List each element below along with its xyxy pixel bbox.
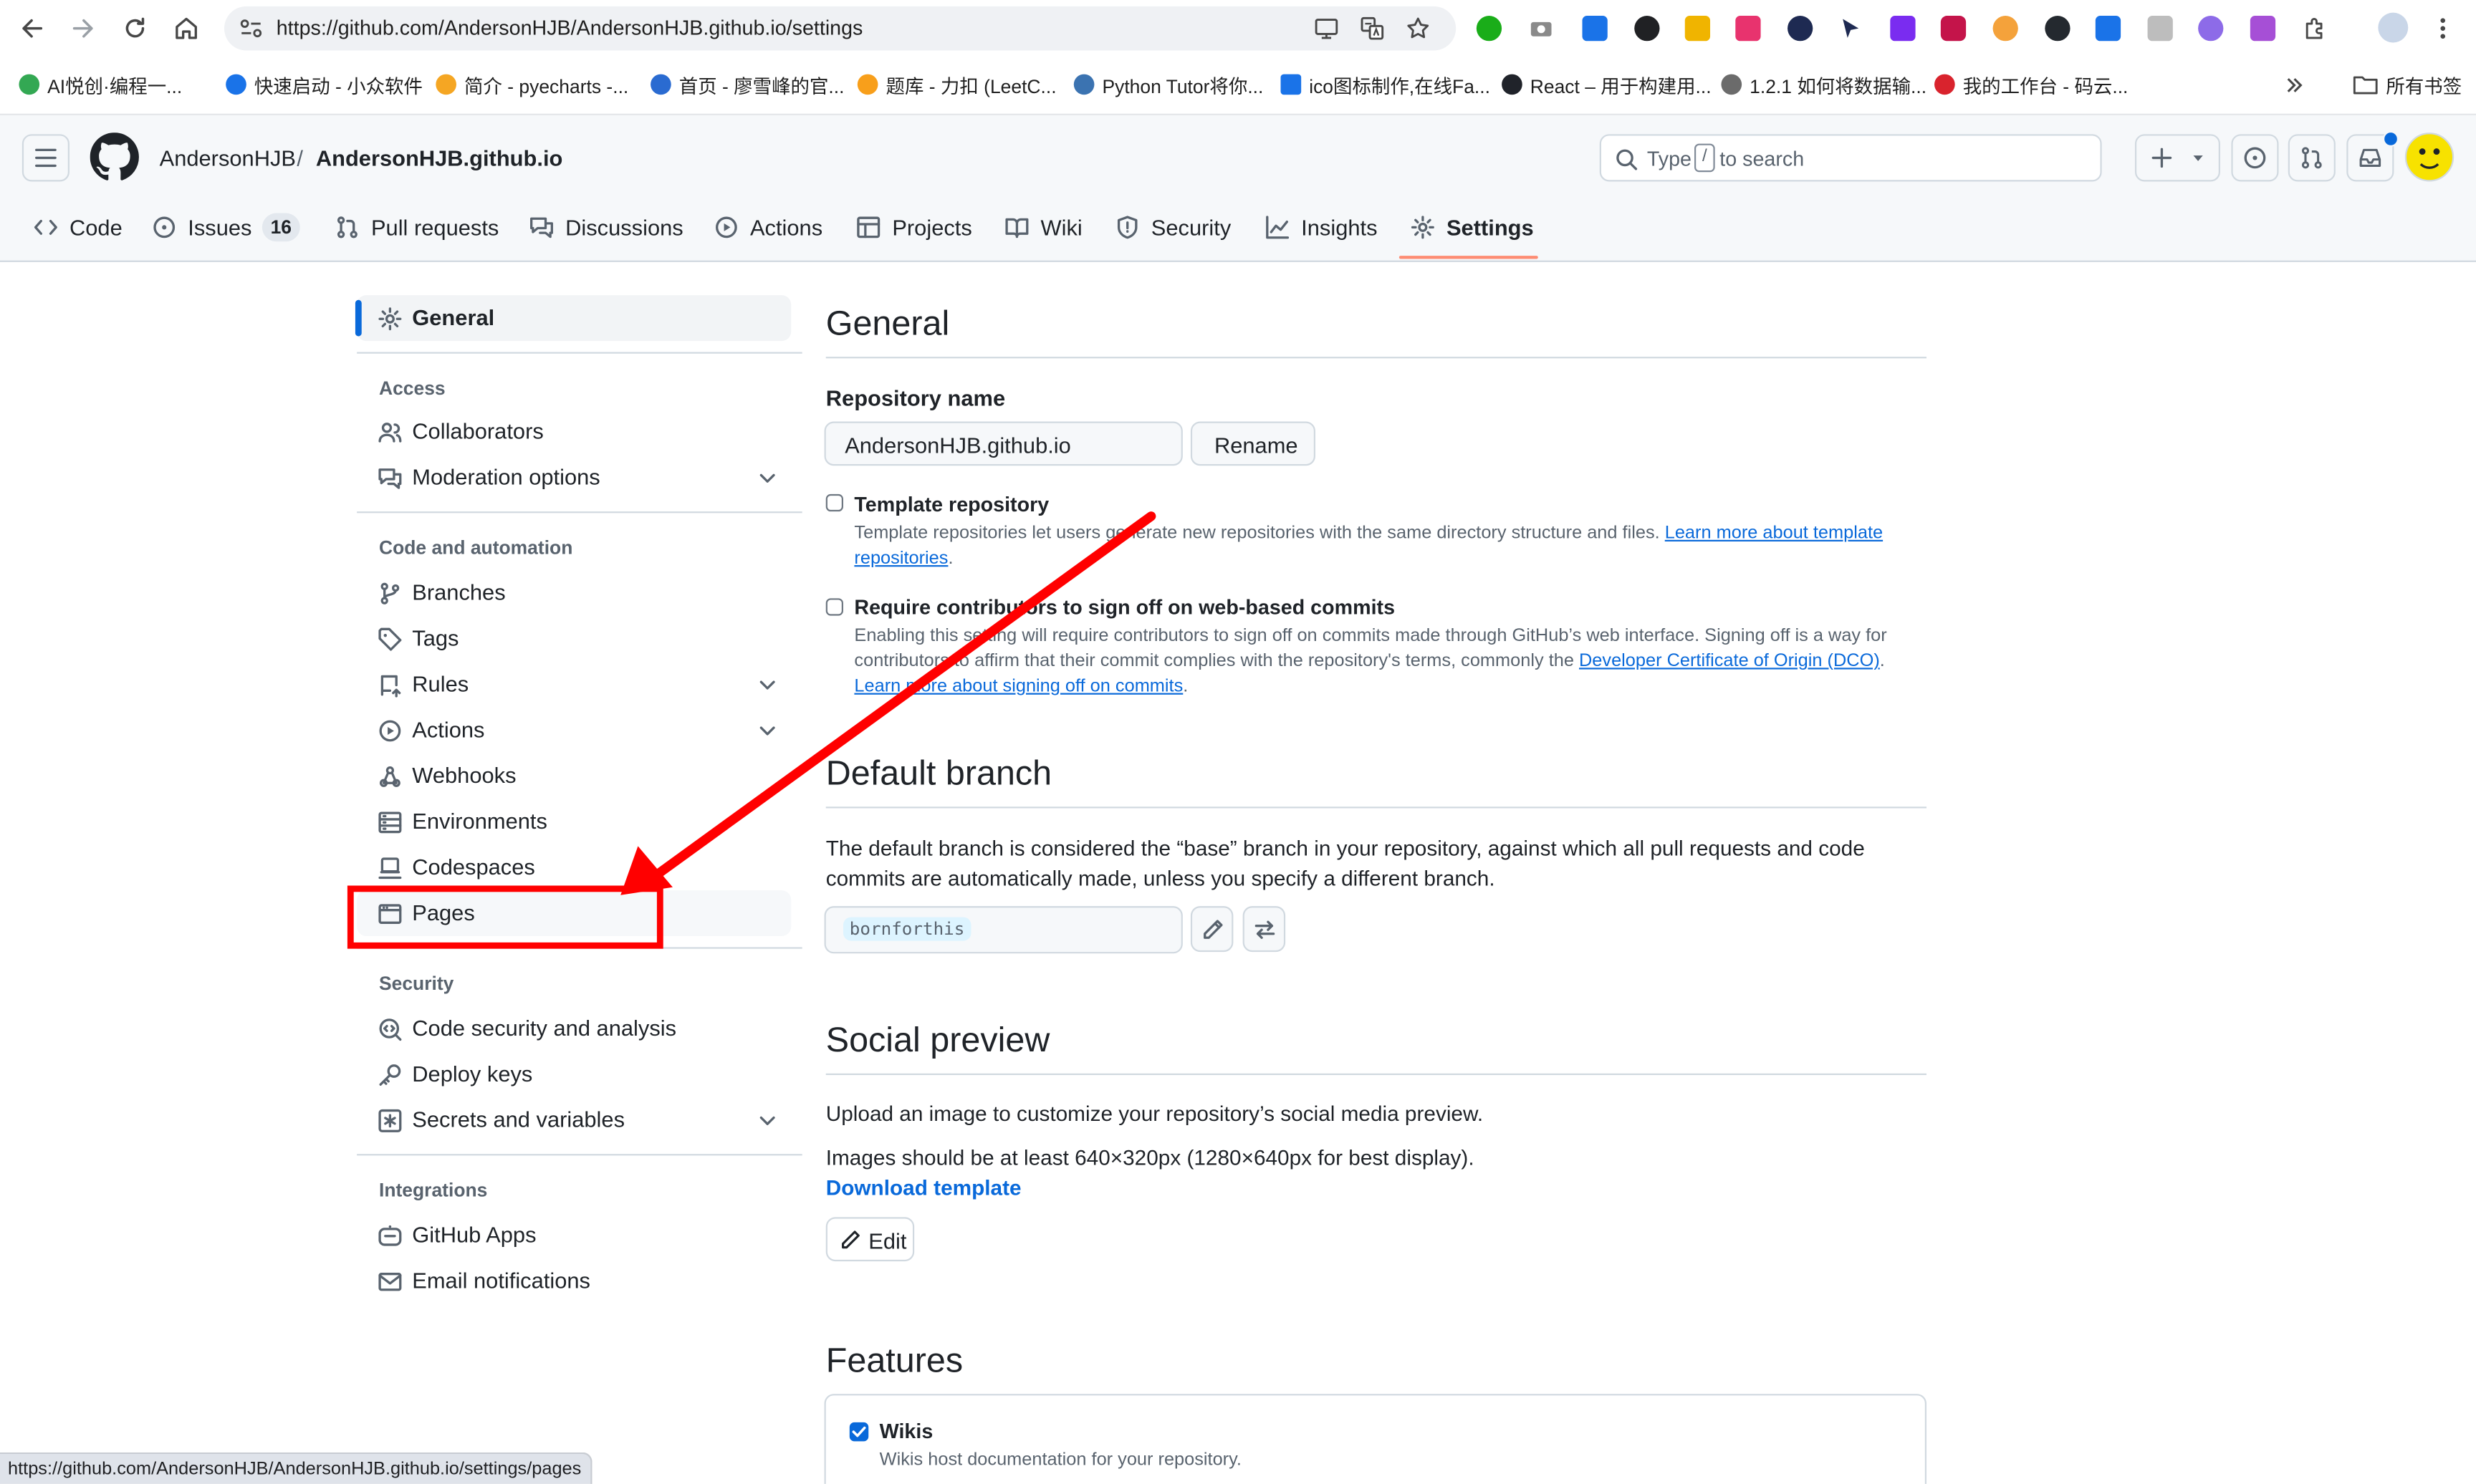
pages-highlight-box [347,885,663,949]
annotation-arrow-shaft [646,511,1156,885]
annotation-overlay [347,511,1156,949]
status-bar-url: https://github.com/AndersonHJB/AndersonH… [0,1452,592,1484]
